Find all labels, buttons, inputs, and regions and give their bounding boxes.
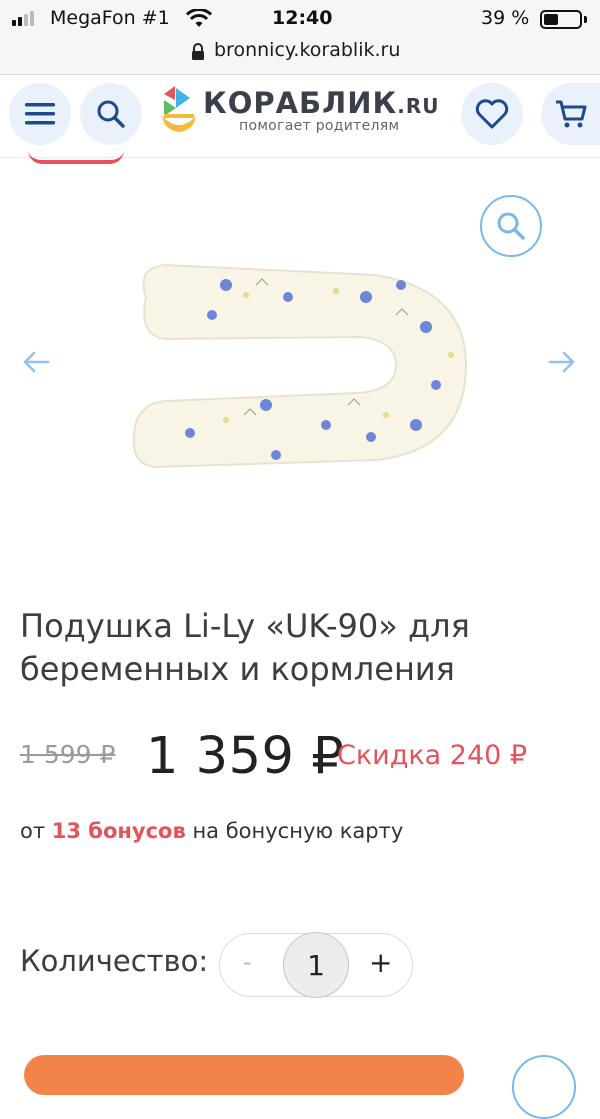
sale-badge	[28, 146, 124, 164]
search-icon	[97, 100, 125, 128]
current-price: 1 359 ₽	[146, 727, 345, 786]
arrow-right-icon[interactable]	[548, 350, 576, 374]
logo-tagline: помогает родителям	[239, 118, 400, 134]
menu-button[interactable]	[9, 83, 71, 145]
logo-mark-icon	[162, 86, 196, 132]
bonus-amount[interactable]: 13 бонусов	[52, 819, 186, 843]
battery-nub	[584, 16, 587, 23]
logo-name[interactable]: КОРАБЛИК.RU	[203, 86, 439, 120]
product-image[interactable]	[126, 255, 476, 480]
quantity-label: Количество:	[20, 944, 209, 978]
favorites-button[interactable]	[461, 83, 523, 145]
quantity-increase-button[interactable]: +	[369, 946, 392, 979]
status-time: 12:40	[272, 7, 333, 29]
quantity-value[interactable]: 1	[283, 932, 349, 998]
quantity-decrease-button[interactable]: -	[243, 948, 252, 976]
battery-percent: 39 %	[481, 7, 530, 29]
bonus-prefix: от	[20, 819, 52, 843]
add-to-cart-button[interactable]	[24, 1055, 464, 1095]
signal-icon	[12, 11, 34, 26]
arrow-left-icon[interactable]	[22, 350, 50, 374]
zoom-button[interactable]	[480, 195, 542, 257]
product-title: Подушка Li-Ly «UK-90» для беременных и к…	[20, 607, 470, 688]
logo-name-text: КОРАБЛИК	[203, 86, 398, 120]
zoom-icon	[497, 212, 525, 240]
url-text[interactable]: bronnicy.korablik.ru	[214, 39, 400, 61]
cart-icon	[555, 100, 586, 128]
carrier-name: MegaFon #1	[50, 7, 170, 29]
logo-domain: .RU	[397, 94, 440, 118]
wifi-icon	[186, 9, 212, 27]
discount-label: Скидка 240 ₽	[337, 740, 528, 771]
heart-icon	[475, 99, 509, 129]
battery-icon	[540, 10, 582, 29]
cart-button[interactable]	[541, 83, 600, 145]
lock-icon	[192, 43, 204, 60]
floating-action-button[interactable]	[512, 1055, 576, 1119]
old-price: 1 599 ₽	[20, 740, 116, 769]
bonus-info: от 13 бонусов на бонусную карту	[20, 819, 403, 843]
bonus-suffix: на бонусную карту	[185, 819, 404, 843]
menu-icon	[25, 103, 55, 125]
search-button[interactable]	[80, 83, 142, 145]
